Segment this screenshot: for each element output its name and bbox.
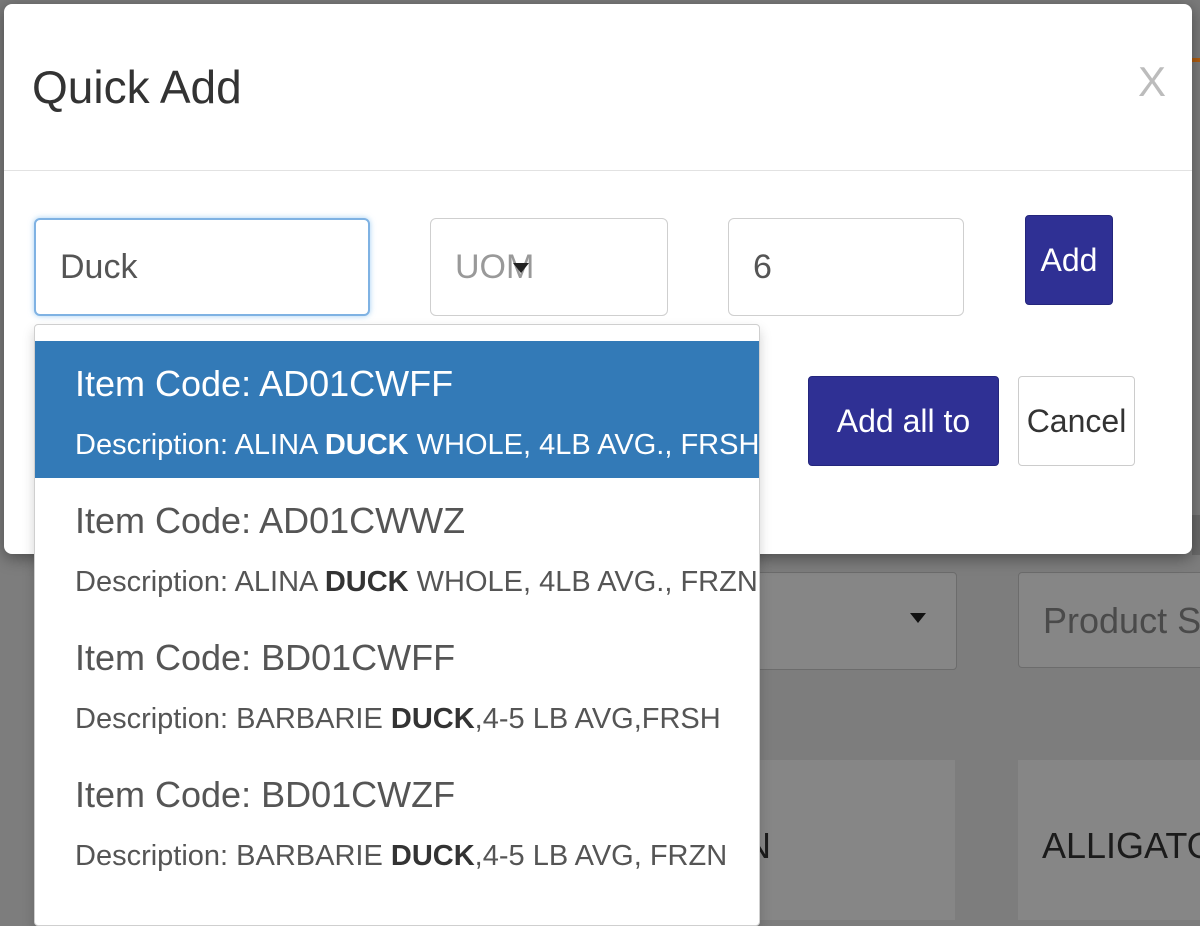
search-match-highlight: DUCK [324,429,409,461]
suggestion-item[interactable]: Item Code: AD01CWWZ Description: ALINA D… [35,478,759,615]
background-card-label: ALLIGATOR [1042,825,1200,866]
close-icon[interactable]: X [1138,58,1166,106]
modal-title: Quick Add [32,61,242,113]
caret-down-icon [910,613,926,623]
background-edge [1192,515,1200,555]
suggestion-item-code: Item Code: BD01CWZF [75,774,456,815]
modal-header: Quick Add X [4,4,1192,171]
cancel-button[interactable]: Cancel [1018,376,1135,466]
search-match-highlight: DUCK [324,566,409,598]
item-search-input[interactable] [34,218,370,316]
add-all-to-cart-button[interactable]: Add all to cart [808,376,999,527]
suggestion-description: Description: ALINA DUCK WHOLE, 4LB AVG.,… [75,429,760,461]
suggestion-item[interactable]: Item Code: BD01CWZF Description: BARBARI… [35,752,759,889]
caret-down-icon [513,263,529,273]
suggestion-description: Description: BARBARIE DUCK,4-5 LB AVG, F… [75,840,728,872]
search-match-highlight: DUCK [390,703,475,735]
item-suggestions-dropdown: Item Code: AD01CWFF Description: ALINA D… [34,324,760,926]
search-match-highlight: DUCK [390,840,475,872]
suggestion-item-code: Item Code: AD01CWWZ [75,500,466,541]
uom-select[interactable]: UOM [430,218,668,316]
background-product-card [740,760,955,920]
background-product-search: Product Search [1018,572,1200,668]
suggestion-item-code: Item Code: AD01CWFF [75,363,454,404]
add-button[interactable]: Add [1025,215,1113,305]
suggestion-item[interactable]: Item Code: AD01CWFF Description: ALINA D… [35,341,759,478]
background-category-select [740,572,957,670]
suggestion-description: Description: BARBARIE DUCK,4-5 LB AVG,FR… [75,703,721,735]
quantity-input[interactable] [728,218,964,316]
suggestion-item-code: Item Code: BD01CWFF [75,637,456,678]
suggestion-description: Description: ALINA DUCK WHOLE, 4LB AVG.,… [75,566,758,598]
suggestion-item[interactable]: Item Code: BD01CWFF Description: BARBARI… [35,615,759,752]
